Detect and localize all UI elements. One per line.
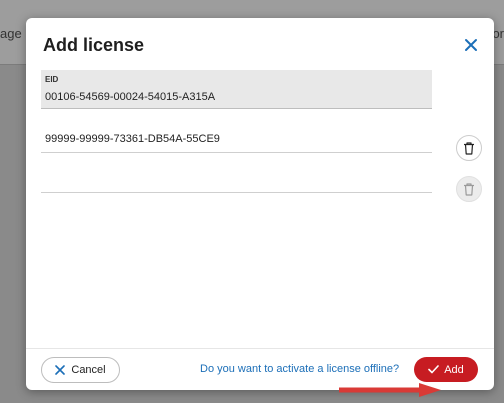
add-label: Add — [444, 363, 464, 376]
eid-label: EID — [45, 75, 59, 84]
check-icon — [428, 365, 440, 374]
footer-divider — [26, 348, 494, 349]
cancel-button[interactable]: Cancel — [41, 357, 120, 383]
background-left-text: age — [0, 26, 22, 41]
close-icon — [465, 39, 477, 51]
trash-icon — [464, 182, 474, 196]
add-button[interactable]: Add — [414, 357, 478, 382]
eid-value: 00106-54569-00024-54015-A315A — [45, 91, 216, 103]
activate-offline-link[interactable]: Do you want to activate a license offlin… — [200, 363, 399, 375]
background-right-text: or — [492, 26, 504, 41]
dialog-title: Add license — [43, 35, 145, 55]
license-field-1-value: 99999-99999-73361-DB54A-55CE9 — [45, 133, 220, 145]
eid-field: EID 00106-54569-00024-54015-A315A — [41, 70, 432, 109]
delete-license-2-button[interactable] — [456, 176, 482, 202]
trash-icon — [464, 141, 474, 155]
cancel-label: Cancel — [71, 364, 106, 376]
close-button[interactable] — [458, 32, 484, 58]
license-field-2[interactable] — [41, 168, 432, 193]
delete-license-1-button[interactable] — [456, 135, 482, 161]
annotation-arrow-icon — [339, 383, 441, 397]
license-field-1[interactable]: 99999-99999-73361-DB54A-55CE9 — [41, 128, 432, 153]
x-icon — [55, 365, 66, 375]
add-license-dialog: Add license EID 00106-54569-00024-54015-… — [26, 18, 494, 397]
